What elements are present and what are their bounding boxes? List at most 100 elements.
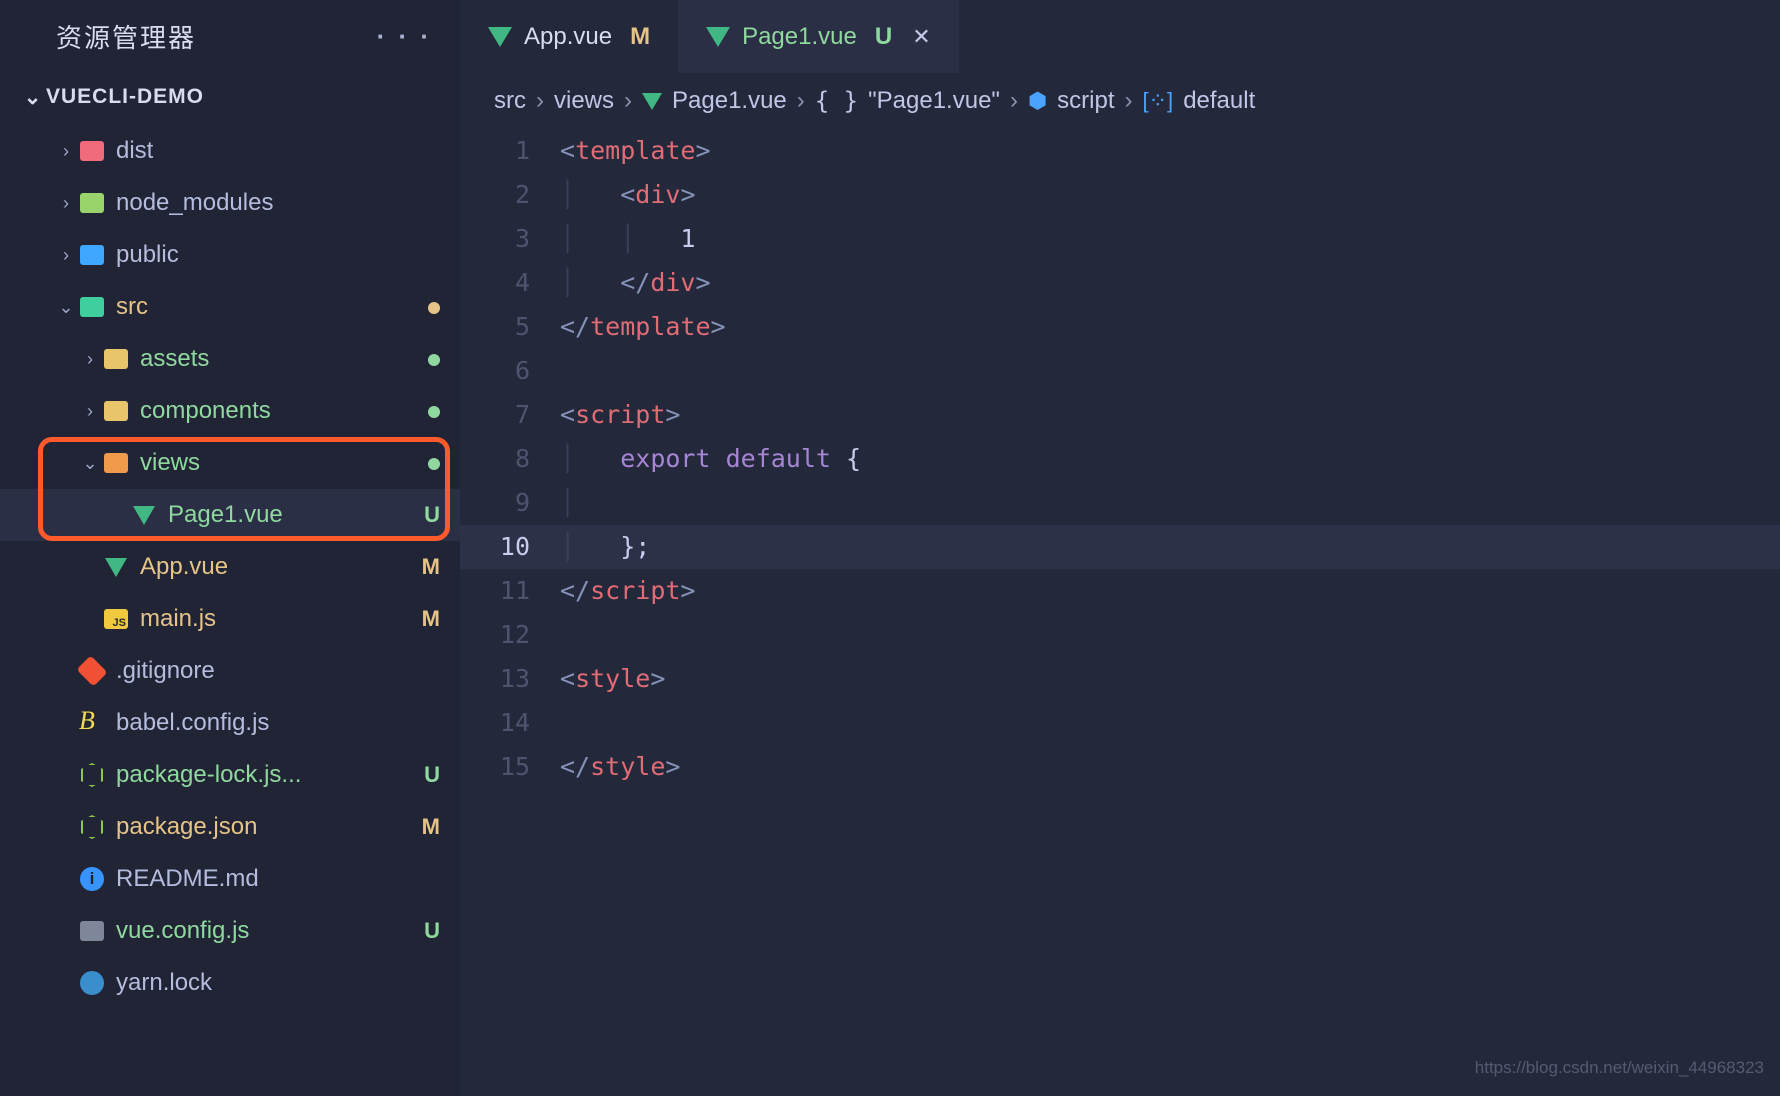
tree-file-pkg[interactable]: package.json M (0, 801, 460, 853)
folder-icon (78, 241, 106, 269)
code-line[interactable]: 4 │ </div> (460, 261, 1780, 305)
tree-file-pkglock[interactable]: package-lock.js... U (0, 749, 460, 801)
tab-app-vue[interactable]: App.vue M (460, 0, 678, 73)
line-number: 10 (460, 525, 560, 569)
vue-icon (130, 501, 158, 529)
vue-icon (488, 27, 512, 47)
tree-folder-public[interactable]: › public (0, 229, 460, 281)
line-number: 13 (460, 657, 560, 701)
info-icon: i (78, 865, 106, 893)
tree-file-gitignore[interactable]: .gitignore (0, 645, 460, 697)
tree-folder-dist[interactable]: › dist (0, 125, 460, 177)
status-badge: U (424, 502, 440, 528)
tree-folder-node-modules[interactable]: › node_modules (0, 177, 460, 229)
chevron-right-icon: › (54, 245, 78, 266)
line-number: 3 (460, 217, 560, 261)
chevron-right-icon: › (54, 141, 78, 162)
code-line[interactable]: 8 │ export default { (460, 437, 1780, 481)
chevron-down-icon: ⌄ (54, 297, 78, 318)
braces-icon: { } (815, 87, 858, 115)
code-line[interactable]: 6 (460, 349, 1780, 393)
chevron-down-icon: ⌄ (20, 85, 46, 110)
status-dot-icon (428, 346, 440, 372)
code-line[interactable]: 11 </script> (460, 569, 1780, 613)
chevron-right-icon: › (536, 87, 544, 115)
tree-file-app[interactable]: App.vue M (0, 541, 460, 593)
breadcrumb-item[interactable]: script (1057, 87, 1114, 115)
tree-label: views (140, 449, 200, 477)
js-icon: JS (102, 605, 130, 633)
tree-folder-src[interactable]: ⌄ src (0, 281, 460, 333)
tree-folder-assets[interactable]: › assets (0, 333, 460, 385)
yarn-icon (78, 969, 106, 997)
code-line[interactable]: 3 │ │ 1 (460, 217, 1780, 261)
code-line-active[interactable]: 10 │ }; (460, 525, 1780, 569)
tree-label: Page1.vue (168, 501, 283, 529)
tree-folder-components[interactable]: › components (0, 385, 460, 437)
explorer-title: 资源管理器 (56, 18, 196, 55)
tree-file-babel[interactable]: B babel.config.js (0, 697, 460, 749)
code-line[interactable]: 12 (460, 613, 1780, 657)
editor-area: App.vue M Page1.vue U ✕ src › views › Pa… (460, 0, 1780, 1096)
chevron-right-icon: › (78, 349, 102, 370)
tree-label: README.md (116, 865, 259, 893)
breadcrumb-item[interactable]: default (1183, 87, 1255, 115)
folder-icon (78, 293, 106, 321)
folder-icon (78, 189, 106, 217)
breadcrumb-item[interactable]: views (554, 87, 614, 115)
folder-icon (102, 449, 130, 477)
tree-file-vuecfg[interactable]: vue.config.js U (0, 905, 460, 957)
explorer-header: 资源管理器 · · · (0, 0, 460, 73)
code-line[interactable]: 2 │ <div> (460, 173, 1780, 217)
breadcrumb-item[interactable]: src (494, 87, 526, 115)
chevron-right-icon: › (1125, 87, 1133, 115)
tree-file-mainjs[interactable]: JS main.js M (0, 593, 460, 645)
tab-title: Page1.vue (742, 23, 857, 51)
highlight-box: ⌄ views Page1.vue U (0, 437, 460, 541)
tree-file-page1[interactable]: Page1.vue U (0, 489, 460, 541)
git-icon (78, 657, 106, 685)
line-number: 7 (460, 393, 560, 437)
code-line[interactable]: 1 <template> (460, 129, 1780, 173)
babel-icon: B (78, 709, 106, 737)
code-editor[interactable]: 1 <template> 2 │ <div> 3 │ │ 1 4 │ </div… (460, 129, 1780, 1096)
status-badge: U (424, 762, 440, 788)
tree-label: babel.config.js (116, 709, 269, 737)
code-line[interactable]: 15 </style> (460, 745, 1780, 789)
tree-file-yarn[interactable]: yarn.lock (0, 957, 460, 1009)
line-number: 14 (460, 701, 560, 745)
code-line[interactable]: 5 </template> (460, 305, 1780, 349)
tree-label: assets (140, 345, 209, 373)
breadcrumb-item[interactable]: Page1.vue (672, 87, 787, 115)
code-line[interactable]: 7 <script> (460, 393, 1780, 437)
tree-file-readme[interactable]: i README.md (0, 853, 460, 905)
status-badge: U (424, 918, 440, 944)
tree-label: node_modules (116, 189, 273, 217)
chevron-right-icon: › (54, 193, 78, 214)
code-line[interactable]: 9 │ (460, 481, 1780, 525)
close-icon[interactable]: ✕ (912, 24, 930, 50)
more-icon[interactable]: · · · (377, 21, 432, 52)
vue-icon (642, 93, 662, 110)
code-line[interactable]: 13 <style> (460, 657, 1780, 701)
vue-icon (706, 27, 730, 47)
vue-icon (102, 553, 130, 581)
module-icon: ⬢ (1028, 88, 1047, 114)
code-line[interactable]: 14 (460, 701, 1780, 745)
explorer-sidebar: 资源管理器 · · · ⌄ VUECLI-DEMO › dist › node_… (0, 0, 460, 1096)
tree-label: main.js (140, 605, 216, 633)
breadcrumb-item[interactable]: "Page1.vue" (868, 87, 1000, 115)
project-row[interactable]: ⌄ VUECLI-DEMO (0, 73, 460, 121)
tab-page1-vue[interactable]: Page1.vue U ✕ (678, 0, 959, 73)
tree-label: vue.config.js (116, 917, 249, 945)
tree-label: package.json (116, 813, 257, 841)
project-name: VUECLI-DEMO (46, 85, 204, 109)
tree-label: src (116, 293, 148, 321)
tree-folder-views[interactable]: ⌄ views (0, 437, 460, 489)
status-badge: M (422, 814, 440, 840)
line-number: 1 (460, 129, 560, 173)
line-number: 11 (460, 569, 560, 613)
tree-label: dist (116, 137, 153, 165)
tabs-bar: App.vue M Page1.vue U ✕ (460, 0, 1780, 73)
status-badge: M (630, 23, 650, 51)
